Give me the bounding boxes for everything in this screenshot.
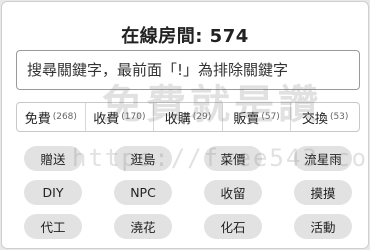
category-tabs: 免費 (268) 收費 (170) 收購 (29) 販賣 (57) 交換 (53… [16,102,360,132]
tab-exchange[interactable]: 交換 (53) [291,103,359,131]
tab-buying[interactable]: 收購 (29) [154,103,223,131]
tab-count: (268) [52,112,77,122]
tag-grid: 贈送 逛島 菜價 流星雨 DIY NPC 收留 摸摸 代工 澆花 化石 活動 [24,146,352,239]
tag-chip[interactable]: 摸摸 [294,180,352,205]
search-input[interactable] [16,50,360,90]
tag-chip[interactable]: 菜價 [204,146,262,171]
tab-paid[interactable]: 收費 (170) [86,103,155,131]
tag-chip[interactable]: 贈送 [24,146,82,171]
tab-label: 販賣 [233,111,260,127]
tab-label: 收費 [93,111,120,127]
tab-selling[interactable]: 販賣 (57) [223,103,292,131]
tab-free[interactable]: 免費 (268) [17,103,86,131]
tab-label: 收購 [164,111,191,127]
tab-label: 免費 [24,111,51,127]
tab-count: (29) [192,112,212,122]
tab-count: (170) [121,112,146,122]
tag-chip[interactable]: DIY [24,180,82,205]
tab-count: (57) [261,112,280,122]
room-panel: 在線房間: 574 免費 (268) 收費 (170) 收購 (29) 販賣 (… [1,1,369,249]
tag-chip[interactable]: 流星雨 [294,146,352,171]
tag-chip[interactable]: 化石 [204,214,262,239]
tab-label: 交換 [301,111,328,127]
tag-chip[interactable]: 逛島 [114,146,172,171]
tab-count: (53) [329,112,349,122]
tag-chip[interactable]: 澆花 [114,214,172,239]
tag-chip[interactable]: 代工 [24,214,82,239]
tag-chip[interactable]: 收留 [204,180,262,205]
page-title: 在線房間: 574 [121,26,249,47]
tag-chip[interactable]: 活動 [294,214,352,239]
tag-chip[interactable]: NPC [114,180,172,205]
